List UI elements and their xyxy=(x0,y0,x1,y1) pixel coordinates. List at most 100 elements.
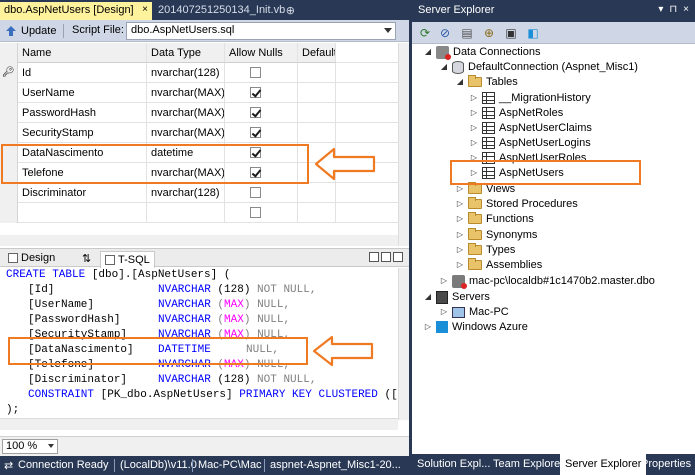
tab-init-vb[interactable]: 20140725125013​4_Init.vb ⊕ xyxy=(154,2,299,20)
update-button[interactable]: Update xyxy=(4,23,56,39)
table-row[interactable]: SecurityStamp nvarchar(MAX) xyxy=(0,123,398,143)
tree-node-assemblies[interactable]: ▷ Assemblies xyxy=(456,257,542,273)
data-type-cell[interactable]: nvarchar(128) xyxy=(147,63,225,83)
connect-azure-icon[interactable]: ◧ xyxy=(526,26,540,40)
allow-nulls-checkbox[interactable] xyxy=(250,207,261,218)
tree-node-tables[interactable]: ◢ Tables xyxy=(456,74,518,90)
table-row[interactable] xyxy=(0,203,398,223)
header-data-type[interactable]: Data Type xyxy=(147,43,225,63)
tab-design[interactable]: Design xyxy=(4,250,59,266)
expand-icon[interactable]: ▷ xyxy=(456,242,464,258)
script-file-select[interactable]: dbo.AspNetUsers.sql xyxy=(126,22,396,40)
pin-icon[interactable]: ⊕ xyxy=(286,4,295,17)
collapse-icon[interactable]: ◢ xyxy=(424,44,432,60)
data-type-cell[interactable]: nvarchar(MAX) xyxy=(147,83,225,103)
default-cell[interactable] xyxy=(298,83,336,103)
tree-node-mac-pc[interactable]: ▷ Mac-PC xyxy=(440,304,509,320)
expand-icon[interactable]: ▷ xyxy=(470,135,478,151)
data-type-cell[interactable]: nvarchar(128) xyxy=(147,183,225,203)
connect-server-icon[interactable]: ▣ xyxy=(504,26,518,40)
table-row[interactable]: PasswordHash nvarchar(MAX) xyxy=(0,103,398,123)
close-icon[interactable]: × xyxy=(683,4,689,15)
tree-node-table[interactable]: ▷ __MigrationHistory xyxy=(470,90,591,106)
allow-nulls-checkbox[interactable] xyxy=(250,67,261,78)
header-name[interactable]: Name xyxy=(18,43,147,63)
tree-node-servers[interactable]: ◢ Servers xyxy=(424,289,490,305)
tree-node-table[interactable]: ▷ AspNetUserLogins xyxy=(470,135,591,151)
tab-tsql[interactable]: T-SQL xyxy=(100,251,155,268)
column-name-cell[interactable] xyxy=(18,203,147,223)
expand-icon[interactable]: ▷ xyxy=(424,319,432,335)
table-row[interactable]: UserName nvarchar(MAX) xyxy=(0,83,398,103)
data-type-cell[interactable] xyxy=(147,203,225,223)
filter-icon[interactable]: ▤ xyxy=(460,26,474,40)
data-type-cell[interactable]: nvarchar(MAX) xyxy=(147,103,225,123)
editor-horizontal-scrollbar[interactable] xyxy=(0,418,398,430)
column-name-cell[interactable]: SecurityStamp xyxy=(18,123,147,143)
tree-node-table[interactable]: ▷ AspNetRoles xyxy=(470,105,563,121)
tree-node-data-connections[interactable]: ◢ Data Connections xyxy=(424,44,540,60)
tab-solution-explorer[interactable]: Solution Expl... xyxy=(412,454,495,475)
pin-icon[interactable]: ⊓ xyxy=(669,4,677,15)
connect-database-icon[interactable]: ⊕ xyxy=(482,26,496,40)
expand-icon[interactable]: ▷ xyxy=(456,257,464,273)
expand-icon[interactable]: ▷ xyxy=(470,90,478,106)
tree-node-master-connection[interactable]: ▷ mac-pc\localdb#1c1470b2.master.dbo xyxy=(440,273,655,289)
column-name-cell[interactable]: PasswordHash xyxy=(18,103,147,123)
tree-node-table[interactable]: ▷ AspNetUserClaims xyxy=(470,120,592,136)
expand-icon[interactable]: ▷ xyxy=(456,227,464,243)
collapse-icon[interactable]: ◢ xyxy=(456,74,464,90)
split-horizontal-icon[interactable] xyxy=(369,252,379,262)
row-selector[interactable] xyxy=(0,123,18,143)
expand-icon[interactable]: ▷ xyxy=(456,211,464,227)
refresh-icon[interactable]: ⟳ xyxy=(418,26,432,40)
default-cell[interactable] xyxy=(298,183,336,203)
allow-nulls-checkbox[interactable] xyxy=(250,127,261,138)
expand-icon[interactable]: ▷ xyxy=(440,304,448,320)
default-cell[interactable] xyxy=(298,63,336,83)
tab-aspnetusers-design[interactable]: dbo.AspNetUsers [Design] × xyxy=(0,2,152,20)
tab-team-explorer[interactable]: Team Explorer xyxy=(488,454,569,475)
zoom-select[interactable]: 100 % xyxy=(2,439,58,454)
tree-node-functions[interactable]: ▷ Functions xyxy=(456,211,534,227)
allow-nulls-checkbox[interactable] xyxy=(250,187,261,198)
expand-icon[interactable]: ▷ xyxy=(470,120,478,136)
tree-node-windows-azure[interactable]: ▷ Windows Azure xyxy=(424,319,528,335)
close-icon[interactable]: × xyxy=(142,4,148,15)
tree-node-stored-procedures[interactable]: ▷ Stored Procedures xyxy=(456,196,578,212)
default-cell[interactable] xyxy=(298,123,336,143)
expand-icon[interactable]: ▷ xyxy=(470,105,478,121)
split-vertical-icon[interactable] xyxy=(381,252,391,262)
header-default[interactable]: Default xyxy=(298,43,336,63)
collapse-icon[interactable]: ◢ xyxy=(424,289,432,305)
grid-horizontal-scrollbar[interactable] xyxy=(0,235,398,246)
row-selector[interactable]: 🔑︎ xyxy=(0,63,18,83)
default-cell[interactable] xyxy=(298,203,336,223)
grid-vertical-scrollbar[interactable] xyxy=(398,43,409,246)
row-selector[interactable] xyxy=(0,83,18,103)
collapse-pane-icon[interactable] xyxy=(393,252,403,262)
default-cell[interactable] xyxy=(298,103,336,123)
data-type-cell[interactable]: nvarchar(MAX) xyxy=(147,123,225,143)
allow-nulls-checkbox[interactable] xyxy=(250,87,261,98)
column-name-cell[interactable]: Discriminator xyxy=(18,183,147,203)
collapse-icon[interactable]: ◢ xyxy=(440,59,448,75)
stop-refresh-icon[interactable]: ⊘ xyxy=(438,26,452,40)
row-selector[interactable] xyxy=(0,103,18,123)
dropdown-icon[interactable]: ▾ xyxy=(658,4,663,15)
row-selector[interactable] xyxy=(0,203,18,223)
swap-panes-icon[interactable]: ⇅ xyxy=(82,252,91,265)
expand-icon[interactable]: ▷ xyxy=(456,196,464,212)
tab-server-explorer[interactable]: Server Explorer xyxy=(560,454,647,475)
table-row[interactable]: Discriminator nvarchar(128) xyxy=(0,183,398,203)
allow-nulls-checkbox[interactable] xyxy=(250,107,261,118)
expand-icon[interactable]: ▷ xyxy=(440,273,448,289)
tree-node-default-connection[interactable]: ◢ DefaultConnection (Aspnet_Misc1) xyxy=(440,59,638,75)
header-allow-nulls[interactable]: Allow Nulls xyxy=(225,43,298,63)
column-name-cell[interactable]: Id xyxy=(18,63,147,83)
tree-node-types[interactable]: ▷ Types xyxy=(456,242,515,258)
tree-node-synonyms[interactable]: ▷ Synonyms xyxy=(456,227,537,243)
column-name-cell[interactable]: UserName xyxy=(18,83,147,103)
row-selector[interactable] xyxy=(0,183,18,203)
table-row[interactable]: 🔑︎ Id nvarchar(128) xyxy=(0,63,398,83)
